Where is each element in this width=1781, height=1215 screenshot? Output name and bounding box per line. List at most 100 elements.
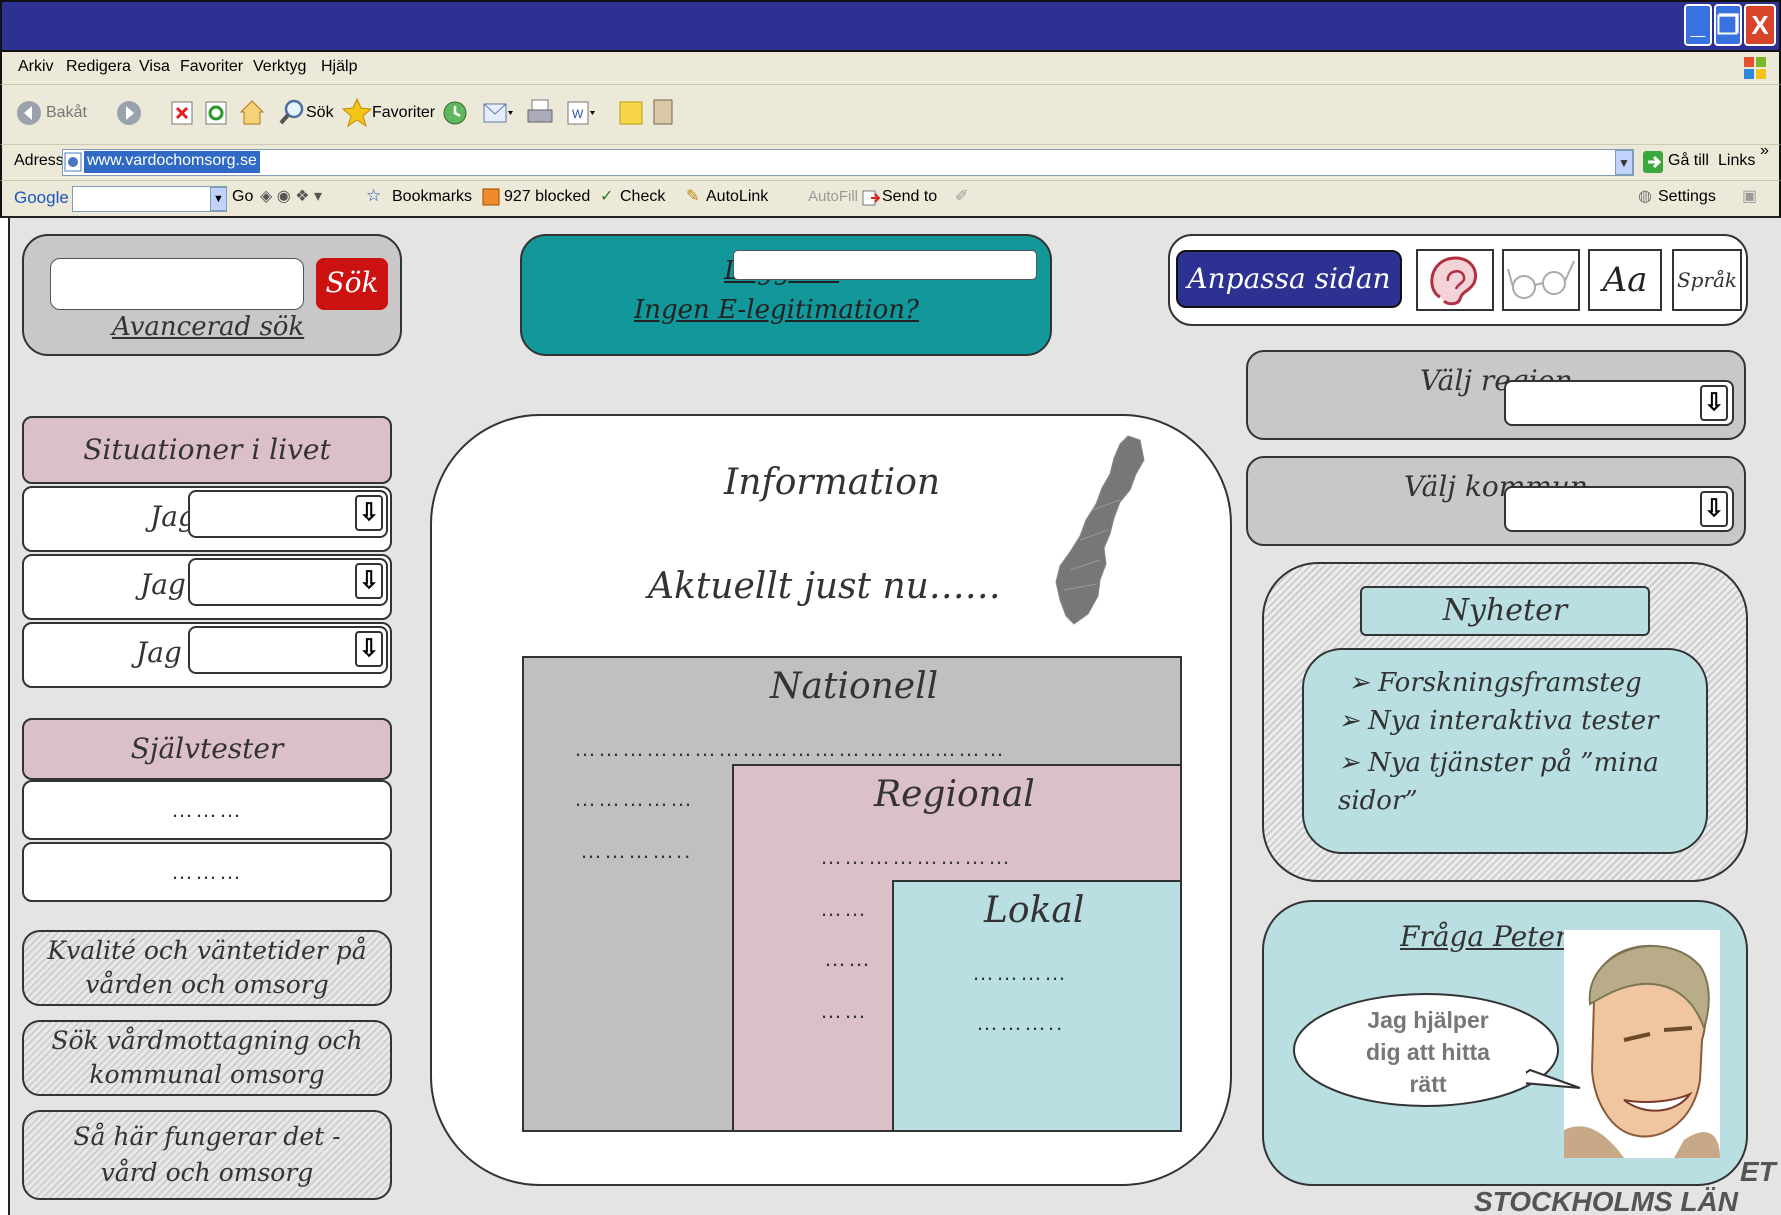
news-item-1[interactable]: ➢ Forskningsframsteg xyxy=(1348,668,1642,698)
menu-hjalp[interactable]: Hjälp xyxy=(321,58,357,76)
check-label[interactable]: Check xyxy=(620,188,665,206)
refresh-icon[interactable] xyxy=(204,100,228,126)
org-name: STOCKHOLMS LÄN xyxy=(1474,1186,1738,1215)
hearing-button[interactable] xyxy=(1416,249,1494,311)
vision-button[interactable] xyxy=(1502,249,1580,311)
blocked-count[interactable]: 927 blocked xyxy=(504,188,590,206)
search-input[interactable] xyxy=(50,258,304,310)
bullet-arrow-icon: ➢ xyxy=(1348,668,1379,698)
national-title: Nationell xyxy=(770,666,939,707)
autolink-label[interactable]: AutoLink xyxy=(706,188,768,206)
region-select-arrow[interactable]: ⇩ xyxy=(1700,385,1728,421)
forward-arrow-icon[interactable] xyxy=(116,100,142,126)
google-search-input[interactable] xyxy=(72,186,227,212)
links-label[interactable]: Links xyxy=(1718,152,1755,170)
kommun-select-arrow[interactable]: ⇩ xyxy=(1700,491,1728,527)
language-button[interactable]: Språk xyxy=(1672,249,1742,311)
no-eid-link[interactable]: Ingen E-legitimation? xyxy=(634,295,919,325)
back-label[interactable]: Bakåt xyxy=(46,104,87,122)
news-item-3[interactable]: ➢ Nya tjänster på ”mina sidor” xyxy=(1338,744,1678,820)
login-input[interactable] xyxy=(733,250,1037,280)
situation-select-1-arrow[interactable]: ⇩ xyxy=(355,495,383,531)
autolink-icon: ✎ xyxy=(686,188,700,205)
sweden-map xyxy=(1055,435,1145,625)
speech-bubble-text: Jag hjälper dig att hitta rätt xyxy=(1366,1007,1490,1097)
selftest-row-2[interactable]: ……… xyxy=(22,842,392,902)
situations-title: Situationer i livet xyxy=(83,433,331,466)
send-to-label[interactable]: Send to xyxy=(882,188,937,206)
menu-favoriter[interactable]: Favoriter xyxy=(180,58,243,76)
national-line-3: ………….. xyxy=(580,838,693,863)
google-go[interactable]: Go xyxy=(232,188,253,206)
maximize-button[interactable]: ❐ xyxy=(1714,4,1742,46)
page-icon xyxy=(64,152,82,172)
home-icon[interactable] xyxy=(238,98,266,126)
regional-line-2: …… xyxy=(820,896,868,921)
back-arrow-icon[interactable] xyxy=(16,100,42,126)
stop-icon[interactable] xyxy=(170,100,194,126)
standard-toolbar xyxy=(0,84,1781,144)
minimize-button[interactable]: _ xyxy=(1684,4,1712,46)
history-icon[interactable] xyxy=(442,100,468,126)
go-label[interactable]: Gå till xyxy=(1668,152,1709,170)
local-line-1: ………… xyxy=(972,960,1068,985)
address-url[interactable]: www.vardochomsorg.se xyxy=(84,151,260,173)
research-icon[interactable] xyxy=(650,98,676,126)
svg-text:W: W xyxy=(572,107,584,121)
text-size-button[interactable]: Aa xyxy=(1588,249,1662,311)
advanced-search-link[interactable]: Avancerad sök xyxy=(112,312,304,342)
local-title: Lokal xyxy=(984,890,1085,931)
mail-icon[interactable] xyxy=(482,100,514,126)
word-icon[interactable]: W xyxy=(566,100,596,126)
customize-page-button[interactable]: Anpassa sidan xyxy=(1176,250,1402,308)
address-input[interactable] xyxy=(62,149,1634,176)
regional-line-3: …… xyxy=(824,946,872,971)
regional-title: Regional xyxy=(874,774,1035,815)
menu-arkiv[interactable]: Arkiv xyxy=(18,58,54,76)
print-icon[interactable] xyxy=(526,98,554,128)
ask-peter-title-clip: Fråga Peter xyxy=(1400,920,1564,962)
situation-select-2-arrow[interactable]: ⇩ xyxy=(355,563,383,599)
bullet-arrow-icon: ➢ xyxy=(1338,706,1369,736)
menu-visa[interactable]: Visa xyxy=(139,58,170,76)
local-line-2: ……….. xyxy=(976,1010,1065,1035)
search-icon[interactable] xyxy=(278,98,306,126)
news-item-3-label: Nya tjänster på ”mina sidor” xyxy=(1338,748,1659,816)
menu-redigera[interactable]: Redigera xyxy=(66,58,131,76)
google-logo: Google xyxy=(14,188,69,207)
highlighter-icon[interactable]: ✐ xyxy=(955,186,968,206)
menu-verktyg[interactable]: Verktyg xyxy=(253,58,306,76)
bookmarks-label[interactable]: Bookmarks xyxy=(392,188,472,206)
notes-icon[interactable] xyxy=(618,98,644,126)
search-button[interactable]: Sök xyxy=(316,258,388,310)
popup-blocker-icon xyxy=(482,188,500,206)
toolbar-options-icon[interactable]: ▣ xyxy=(1742,186,1757,206)
star-icon[interactable] xyxy=(342,97,372,127)
situation-row-2-label: Jag xyxy=(140,568,186,601)
find-care-link[interactable]: Sök vårdmottagning och kommunal omsorg xyxy=(22,1020,392,1096)
how-it-works-link[interactable]: Så här fungerar det - vård och omsorg xyxy=(22,1110,392,1200)
peter-avatar xyxy=(1564,930,1720,1158)
selftests-title: Självtester xyxy=(130,732,284,765)
ask-peter-link[interactable]: Fråga Peter xyxy=(1400,920,1564,953)
google-dropdown[interactable]: ▼ xyxy=(210,187,227,211)
national-line-2: …………… xyxy=(574,786,694,811)
selftest-row-1[interactable]: ……… xyxy=(22,780,392,840)
favorites-label[interactable]: Favoriter xyxy=(372,104,435,122)
org-name-partial: ET xyxy=(1740,1156,1776,1187)
quality-link[interactable]: Kvalité och väntetider på vården och oms… xyxy=(22,930,392,1006)
address-dropdown[interactable]: ▼ xyxy=(1615,150,1633,175)
situation-select-3-arrow[interactable]: ⇩ xyxy=(355,631,383,667)
selftest-row-2-label: ……… xyxy=(171,859,243,884)
regional-line-4: …… xyxy=(820,998,868,1023)
news-item-2[interactable]: ➢ Nya interaktiva tester xyxy=(1338,706,1659,736)
bookmark-star-icon[interactable]: ☆ xyxy=(366,186,381,206)
autofill-label[interactable]: AutoFill xyxy=(808,188,858,205)
search-label[interactable]: Sök xyxy=(306,104,334,122)
bullet-arrow-icon: ➢ xyxy=(1338,748,1369,778)
google-extra-icons[interactable]: ◈ ◉ ❖ ▾ xyxy=(260,186,322,206)
close-button[interactable]: X xyxy=(1744,4,1776,46)
settings-label[interactable]: Settings xyxy=(1658,188,1716,206)
links-more-icon[interactable]: » xyxy=(1760,142,1769,160)
go-arrow-icon[interactable] xyxy=(1642,150,1664,174)
